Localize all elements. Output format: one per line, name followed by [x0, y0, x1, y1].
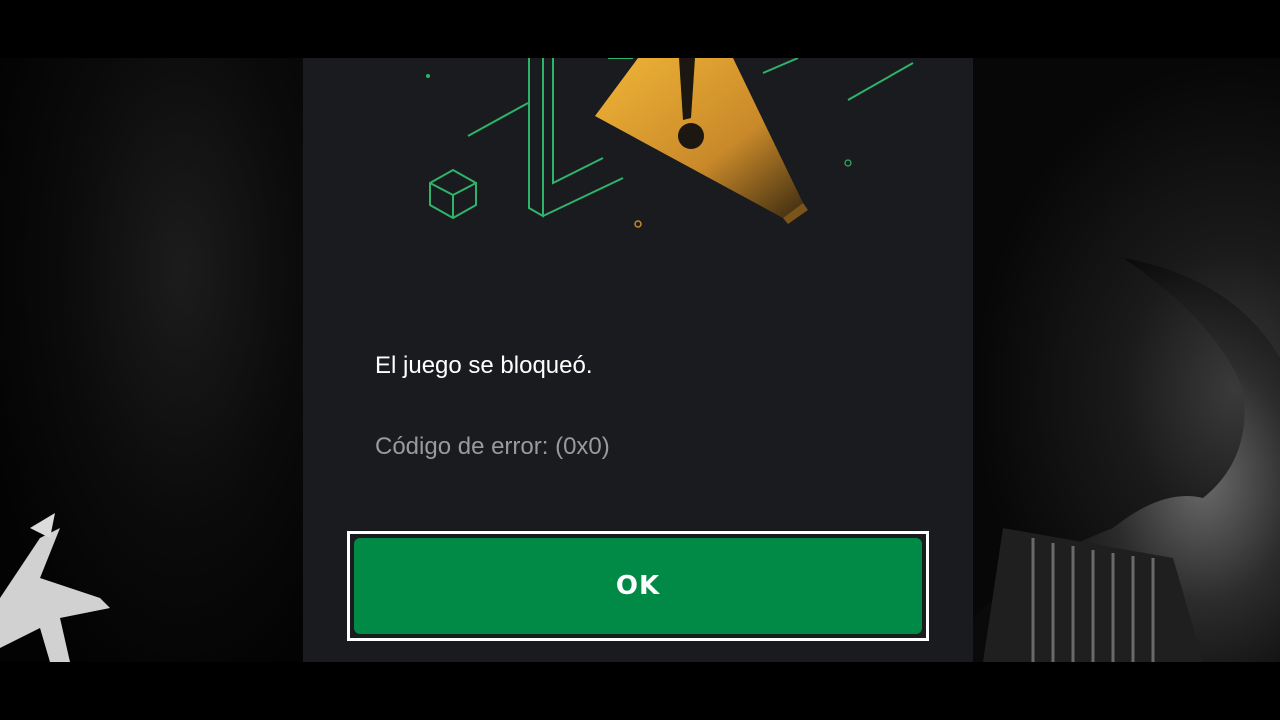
warning-triangle-icon — [426, 58, 914, 228]
background-left-art — [0, 58, 303, 662]
ok-button-fill: OK — [354, 538, 922, 634]
background-right-art — [973, 58, 1280, 662]
error-code-text: Código de error: (0x0) — [375, 433, 610, 460]
character-portrait — [973, 258, 1280, 662]
ok-button-label: OK — [615, 571, 661, 601]
ok-button[interactable]: OK — [347, 531, 929, 641]
dialog-title: El juego se bloqueó. — [375, 352, 593, 379]
screen: El juego se bloqueó. Código de error: (0… — [0, 0, 1280, 720]
brush-stroke-decoration — [0, 513, 110, 662]
